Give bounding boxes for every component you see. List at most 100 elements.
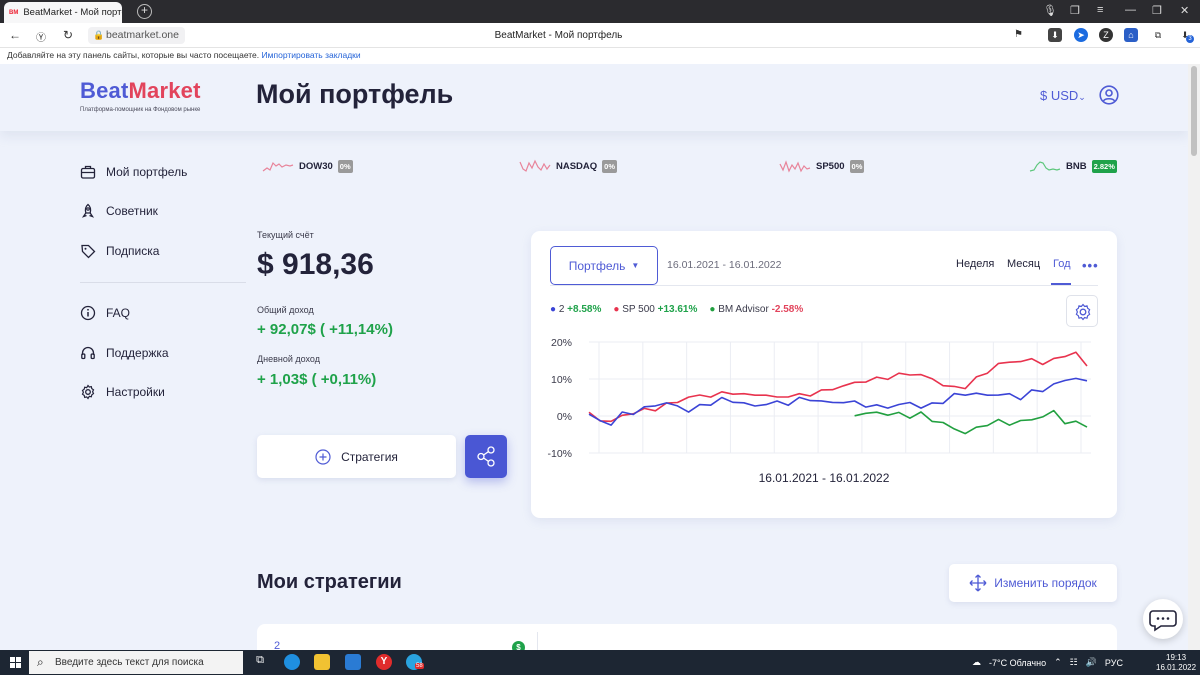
tab-year[interactable]: Год [1053, 258, 1071, 270]
info-icon [80, 305, 96, 321]
task-view-icon[interactable]: ⧉ [252, 654, 268, 670]
total-income-value: + 92,07$ ( +11,14%) [257, 321, 393, 338]
telegram-icon[interactable]: 58 [406, 654, 424, 670]
brand-tagline: Платформа-помощник на Фондовом рынке [80, 107, 201, 113]
headset-icon [81, 346, 95, 360]
brand-logo[interactable]: BeatMarket [80, 78, 201, 104]
gear-icon [81, 384, 95, 400]
chevron-down-icon: ⌄ [1078, 92, 1086, 102]
ext-blue-icon[interactable]: ➤ [1074, 28, 1088, 42]
tab-week[interactable]: Неделя [956, 258, 994, 270]
plus-circle-icon [315, 448, 331, 465]
sidebar-item-label: Подписка [106, 244, 160, 258]
ext-z-icon[interactable]: Z [1099, 28, 1113, 42]
chart-series [588, 351, 1088, 435]
gear-icon [1075, 303, 1091, 321]
date-range[interactable]: 16.01.2021 - 16.01.2022 [667, 259, 781, 271]
ext-download-icon[interactable]: ⬇ 3 [1178, 28, 1194, 43]
share-button[interactable] [465, 435, 507, 478]
mail-icon[interactable] [345, 654, 361, 670]
download-ext-icon[interactable]: ⬇ [1048, 28, 1062, 42]
volume-icon[interactable]: 🔊 [1086, 657, 1097, 668]
weather-text[interactable]: -7°C Облачно [989, 658, 1046, 668]
explorer-icon[interactable] [314, 654, 330, 670]
ext-translate-icon[interactable]: ⌂ [1124, 28, 1138, 42]
y-tick-label: -10% [547, 448, 572, 460]
portfolio-chart-card: Портфель ▼ 16.01.2021 - 16.01.2022 Недел… [531, 231, 1117, 518]
series-line-2 [854, 409, 1088, 435]
import-bookmarks-link[interactable]: Импортировать закладки [262, 50, 361, 60]
page-scrollbar[interactable] [1188, 64, 1200, 650]
system-tray: ☁ -7°C Облачно ⌃ ☷ 🔊 РУС [972, 657, 1123, 668]
user-icon[interactable] [1099, 85, 1119, 105]
ticker-sp500[interactable]: SP500 0% [779, 159, 865, 173]
network-icon[interactable]: ☷ [1070, 657, 1078, 668]
ticker-change-badge: 2.82% [1091, 159, 1117, 173]
sidebar-item-settings[interactable]: Настройки [80, 384, 165, 400]
collections-icon[interactable]: ❐ [1070, 4, 1080, 17]
edge-icon[interactable] [284, 654, 300, 670]
windows-start-icon[interactable] [10, 657, 21, 668]
scrollbar-thumb[interactable] [1191, 66, 1197, 156]
weather-icon[interactable]: ☁ [972, 657, 981, 668]
strategy-card[interactable]: 2 $ [257, 624, 1117, 650]
windows-taskbar: ⌕ Введите здесь текст для поиска ⧉ Y 58 … [0, 650, 1200, 675]
chart-settings-button[interactable] [1066, 295, 1098, 327]
sidebar-divider [80, 282, 246, 283]
taskbar-clock[interactable]: 19:13 16.01.2022 [1156, 653, 1196, 673]
sparkline-icon [779, 160, 811, 173]
browser-tab[interactable]: BM BeatMarket - Мой портф ✕ [4, 2, 122, 23]
sidebar-item-label: Поддержка [106, 346, 169, 360]
sidebar-item-advisor[interactable]: Советник [80, 203, 158, 219]
sidebar-item-label: Мой портфель [106, 165, 188, 179]
strategies-title: Мои стратегии [257, 571, 402, 593]
browser-tab-bar: BM BeatMarket - Мой портф ✕ + 🎙 ❐ ≡ — ❐ … [0, 0, 1200, 23]
rocket-icon [81, 203, 95, 218]
legend-item[interactable]: ● 2 +8.58% [550, 304, 601, 315]
close-window-icon[interactable]: ✕ [1180, 4, 1189, 17]
currency-select[interactable]: $ USD⌄ [1040, 88, 1086, 103]
strategy-button[interactable]: Стратегия [257, 435, 456, 478]
dollar-icon: $ [512, 641, 525, 650]
ticker-change-badge: 0% [849, 159, 865, 173]
briefcase-icon [80, 165, 96, 179]
strategy-number: 2 [274, 640, 281, 650]
restore-icon[interactable]: ❐ [1152, 4, 1162, 17]
sidebar-item-subscription[interactable]: Подписка [80, 243, 159, 259]
tab-month[interactable]: Месяц [1007, 258, 1040, 270]
tray-chevron-icon[interactable]: ⌃ [1054, 657, 1062, 668]
language-indicator[interactable]: РУС [1105, 658, 1123, 668]
ticker-change-badge: 0% [337, 159, 353, 173]
sidebar-item-faq[interactable]: FAQ [80, 305, 130, 321]
taskbar-search[interactable]: ⌕ Введите здесь текст для поиска [29, 651, 243, 674]
page: BeatMarket Платформа-помощник на Фондово… [0, 64, 1188, 650]
ext-puzzle-icon[interactable]: ⧉ [1151, 28, 1165, 42]
card-divider [550, 285, 1098, 286]
y-tick-label: 10% [551, 374, 572, 386]
legend-item[interactable]: ● SP 500 +13.61% [613, 304, 697, 315]
browser-page-title: BeatMarket - Мой портфель [494, 30, 623, 41]
chart-y-ticks: 20% 10% 0% -10% [547, 337, 572, 460]
mic-icon[interactable]: 🎙 [1043, 4, 1057, 17]
yandex-browser-icon[interactable]: Y [376, 654, 392, 670]
sidebar-item-support[interactable]: Поддержка [80, 345, 169, 361]
sidebar-item-portfolio[interactable]: Мой портфель [80, 164, 187, 180]
ticker-bnb[interactable]: BNB 2.82% [1029, 159, 1117, 173]
chat-button[interactable] [1143, 599, 1183, 639]
more-icon[interactable]: ••• [1082, 258, 1099, 273]
reorder-button[interactable]: Изменить порядок [949, 564, 1117, 602]
bookmarks-bar: Добавляйте на эту панель сайты, которые … [0, 48, 1200, 64]
tag-icon [81, 244, 96, 259]
menu-icon[interactable]: ≡ [1097, 4, 1103, 16]
chart-x-label: 16.01.2021 - 16.01.2022 [758, 471, 890, 485]
ticker-nasdaq[interactable]: NASDAQ 0% [519, 159, 618, 173]
minimize-icon[interactable]: — [1125, 4, 1136, 16]
telegram-badge: 58 [415, 663, 424, 669]
portfolio-select[interactable]: Портфель ▼ [550, 246, 658, 285]
sidebar-item-label: Советник [106, 204, 158, 218]
sidebar-item-label: Настройки [106, 385, 165, 399]
new-tab-button[interactable]: + [137, 4, 152, 19]
legend-item[interactable]: ● BM Advisor -2.58% [709, 304, 803, 315]
ticker-dow30[interactable]: DOW30 0% [262, 159, 353, 173]
chat-icon [1149, 610, 1177, 632]
